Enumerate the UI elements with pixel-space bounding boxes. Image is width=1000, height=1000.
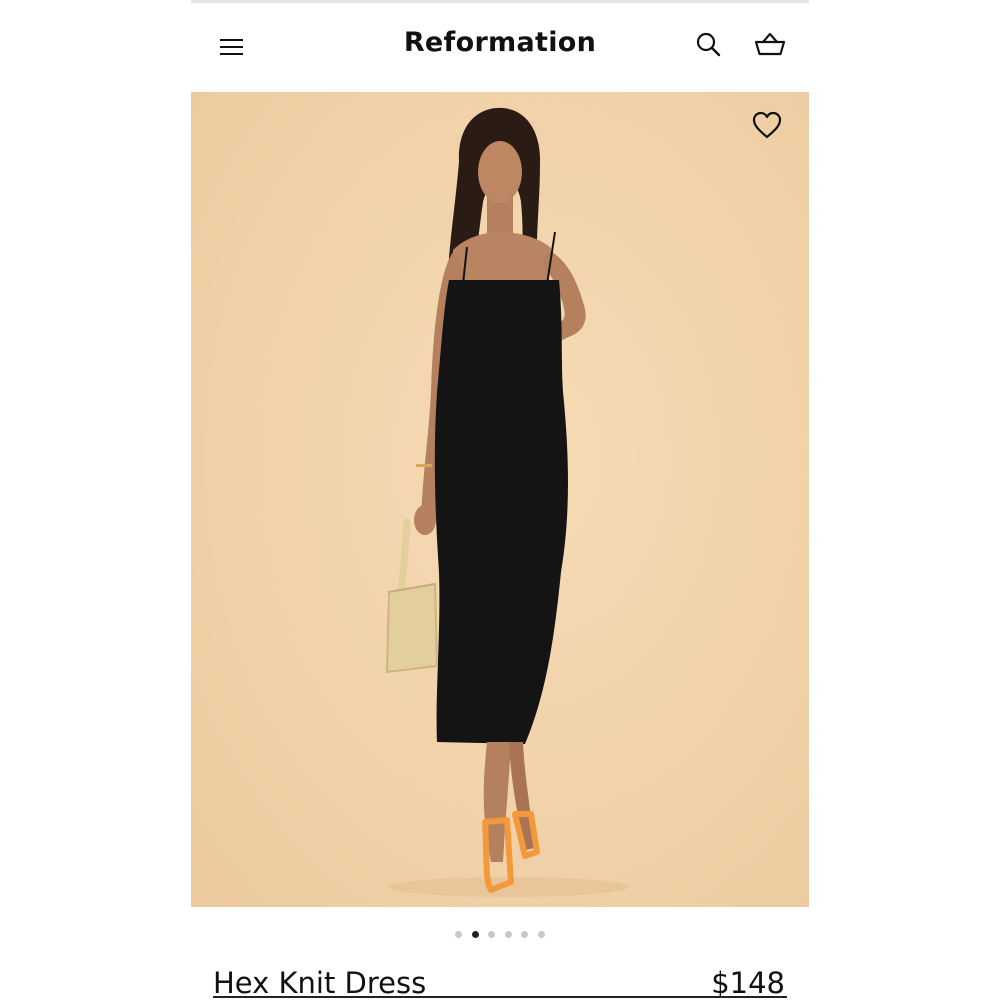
menu-button[interactable] <box>219 34 245 58</box>
carousel-dot[interactable] <box>488 931 495 938</box>
face <box>478 141 522 203</box>
product-title: Hex Knit Dress <box>213 966 427 1000</box>
shopping-basket-icon <box>754 32 786 56</box>
heart-outline-icon <box>752 111 782 139</box>
carousel-dot[interactable] <box>537 931 545 938</box>
carousel-dot[interactable] <box>521 931 528 938</box>
search-button[interactable] <box>694 30 724 60</box>
carousel-dot[interactable] <box>455 931 462 938</box>
dress <box>434 280 568 744</box>
favorite-button[interactable] <box>750 109 784 141</box>
mobile-viewport: Reformation Hex Knit Dress $148 <box>191 0 809 1000</box>
hamburger-menu-icon <box>220 39 243 41</box>
carousel-dot-active[interactable] <box>471 931 479 938</box>
cart-button[interactable] <box>752 29 788 61</box>
divider <box>213 996 787 998</box>
bag <box>385 582 439 674</box>
site-header: Reformation <box>191 3 809 92</box>
brand-logo[interactable]: Reformation <box>300 27 700 58</box>
carousel-dots <box>450 929 550 941</box>
model-photo <box>385 107 629 897</box>
product-image[interactable] <box>191 92 809 907</box>
search-icon <box>696 32 721 57</box>
carousel-dot[interactable] <box>504 931 512 938</box>
product-price: $148 <box>711 966 785 1000</box>
